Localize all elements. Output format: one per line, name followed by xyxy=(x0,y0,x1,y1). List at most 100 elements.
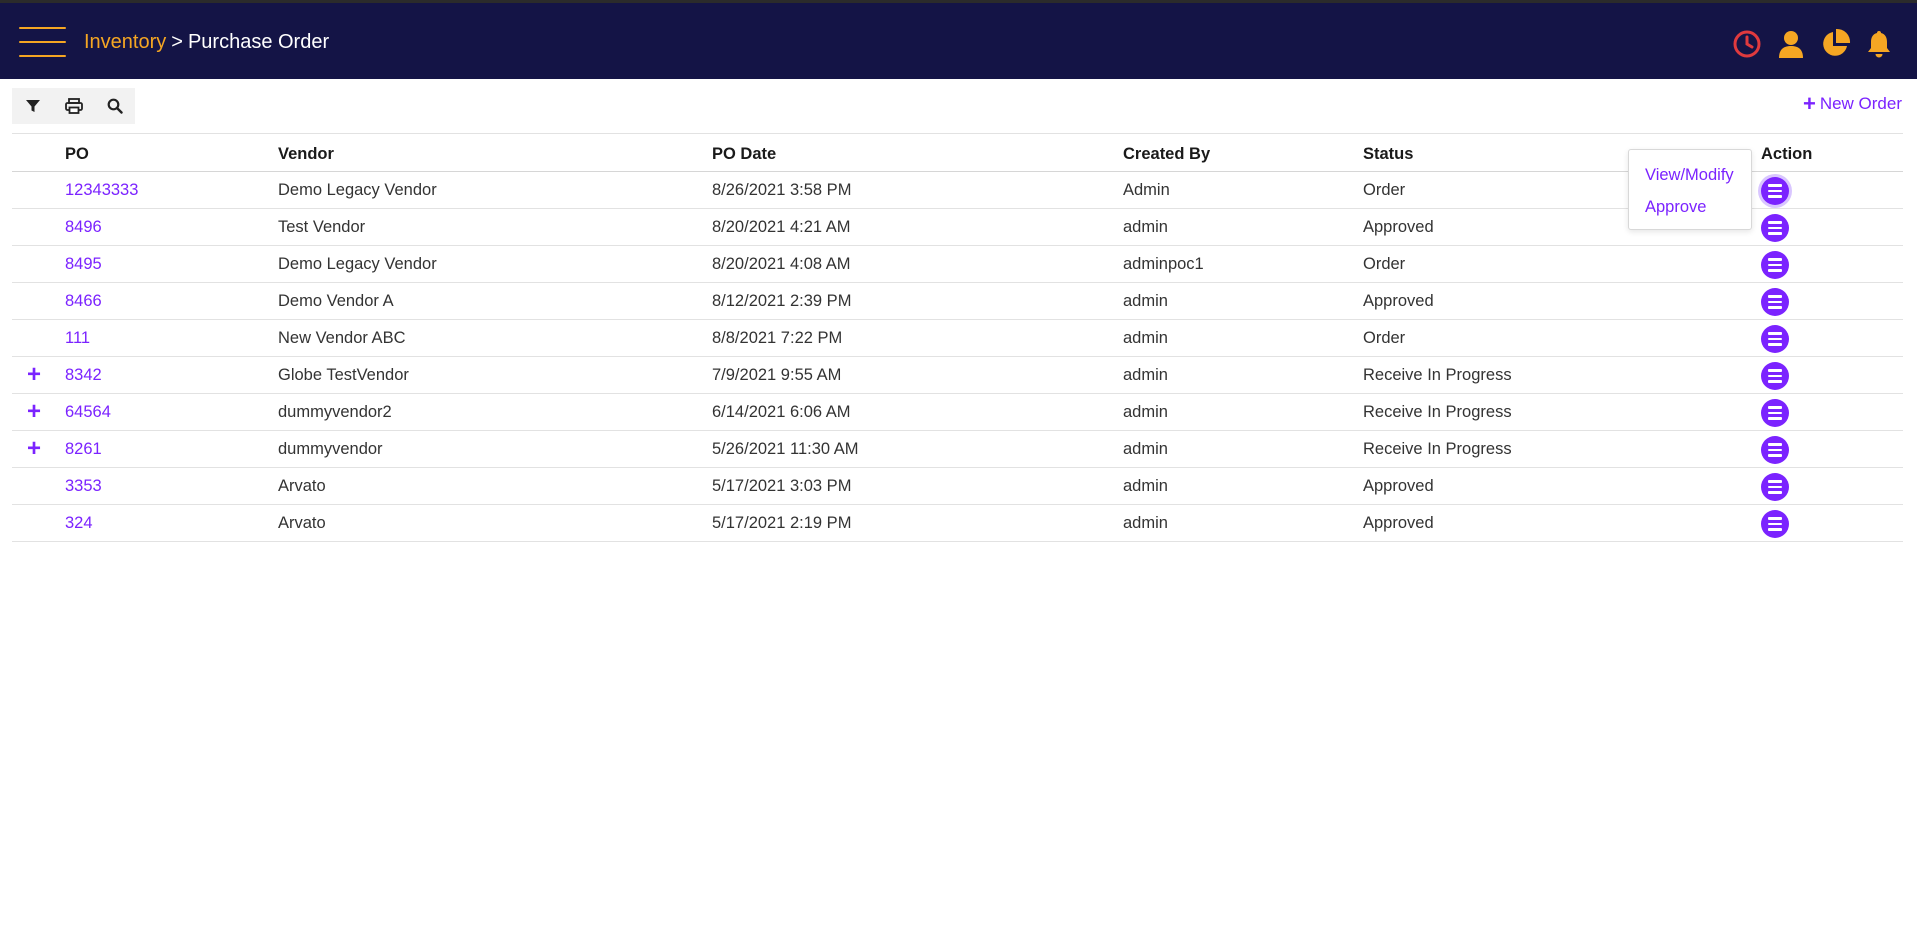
status-cell: Order xyxy=(1363,181,1406,199)
table-row: 8496 Test Vendor 8/20/2021 4:21 AM admin App… xyxy=(12,209,1903,246)
vendor-cell: Arvato xyxy=(278,514,326,532)
column-header-status[interactable]: Status xyxy=(1363,134,1413,174)
breadcrumb-separator: > xyxy=(171,31,183,53)
vendor-cell: Demo Legacy Vendor xyxy=(278,255,437,273)
column-header-action: Action xyxy=(1761,145,1813,163)
po-date-cell: 5/17/2021 2:19 PM xyxy=(712,514,852,532)
app-header: Inventory > Purchase Order xyxy=(0,3,1917,79)
expand-toggle[interactable]: + xyxy=(24,357,44,393)
table-row: +64564 dummyvendor2 6/14/2021 6:06 AM admin… xyxy=(12,394,1903,431)
status-cell: Approved xyxy=(1363,292,1434,310)
new-order-button[interactable]: + New Order xyxy=(1802,91,1902,116)
created-by-cell: admin xyxy=(1123,440,1168,458)
created-by-cell: admin xyxy=(1123,403,1168,421)
action-menu-button[interactable] xyxy=(1761,362,1789,390)
created-by-cell: admin xyxy=(1123,514,1168,532)
menu-item-approve[interactable]: Approve xyxy=(1629,191,1751,223)
table-row: 8466 Demo Vendor A 8/12/2021 2:39 PM admin A… xyxy=(12,283,1903,320)
new-order-label: New Order xyxy=(1819,94,1902,113)
column-header-vendor[interactable]: Vendor xyxy=(278,134,334,174)
created-by-cell: Admin xyxy=(1123,181,1170,199)
po-number-link[interactable]: 8261 xyxy=(65,431,102,467)
search-button[interactable] xyxy=(94,88,135,124)
user-icon[interactable] xyxy=(1775,28,1807,60)
hamburger-menu-icon[interactable] xyxy=(19,25,66,59)
action-menu-button[interactable] xyxy=(1761,510,1789,538)
status-cell: Approved xyxy=(1363,514,1434,532)
menu-item-view-modify[interactable]: View/Modify xyxy=(1629,159,1751,191)
po-date-cell: 8/8/2021 7:22 PM xyxy=(712,329,843,347)
po-date-cell: 8/20/2021 4:21 AM xyxy=(712,218,851,236)
created-by-cell: adminpoc1 xyxy=(1123,255,1204,273)
po-number-link[interactable]: 8495 xyxy=(65,246,102,282)
po-number-link[interactable]: 111 xyxy=(65,320,90,356)
action-menu-button[interactable] xyxy=(1761,214,1789,242)
po-number-link[interactable]: 8342 xyxy=(65,357,102,393)
purchase-order-table: PO Vendor PO Date Created By Status Acti… xyxy=(12,133,1903,542)
created-by-cell: admin xyxy=(1123,477,1168,495)
filter-icon xyxy=(25,100,40,112)
breadcrumb-inventory-link[interactable]: Inventory xyxy=(84,31,166,53)
po-date-cell: 8/12/2021 2:39 PM xyxy=(712,292,852,310)
search-icon xyxy=(107,98,123,114)
action-menu-button[interactable] xyxy=(1761,325,1789,353)
action-menu-button[interactable] xyxy=(1761,399,1789,427)
table-row: 12343333 Demo Legacy Vendor 8/26/2021 3:58… xyxy=(12,172,1903,209)
table-row: 324 Arvato 5/17/2021 2:19 PM admin Approved xyxy=(12,505,1903,542)
status-cell: Order xyxy=(1363,329,1406,347)
action-menu-button[interactable] xyxy=(1761,288,1789,316)
vendor-cell: New Vendor ABC xyxy=(278,329,406,347)
po-date-cell: 8/20/2021 4:08 AM xyxy=(712,255,851,273)
action-menu-button[interactable] xyxy=(1761,473,1789,501)
vendor-cell: Globe TestVendor xyxy=(278,366,409,384)
action-menu-button[interactable] xyxy=(1761,251,1789,279)
table-row: 111 New Vendor ABC 8/8/2021 7:22 PM admin Or… xyxy=(12,320,1903,357)
bell-icon[interactable] xyxy=(1863,28,1895,60)
table-toolbar xyxy=(12,88,135,124)
filter-button[interactable] xyxy=(12,88,53,124)
po-date-cell: 8/26/2021 3:58 PM xyxy=(712,181,852,199)
po-number-link[interactable]: 8496 xyxy=(65,209,102,245)
expand-toggle[interactable]: + xyxy=(24,431,44,467)
status-cell: Order xyxy=(1363,255,1406,273)
vendor-cell: Arvato xyxy=(278,477,326,495)
breadcrumb: Inventory > Purchase Order xyxy=(84,29,329,55)
created-by-cell: admin xyxy=(1123,366,1168,384)
po-date-cell: 7/9/2021 9:55 AM xyxy=(712,366,842,384)
expand-toggle[interactable]: + xyxy=(24,394,44,430)
column-header-po-date[interactable]: PO Date xyxy=(712,134,776,174)
column-header-created-by[interactable]: Created By xyxy=(1123,134,1210,174)
table-row: 8495 Demo Legacy Vendor 8/20/2021 4:08 AM a… xyxy=(12,246,1903,283)
clock-icon[interactable] xyxy=(1731,28,1763,60)
po-date-cell: 5/17/2021 3:03 PM xyxy=(712,477,852,495)
print-button[interactable] xyxy=(53,88,94,124)
breadcrumb-current: Purchase Order xyxy=(187,31,330,53)
table-row: 3353 Arvato 5/17/2021 3:03 PM admin Approved xyxy=(12,468,1903,505)
status-cell: Receive In Progress xyxy=(1363,403,1512,421)
po-number-link[interactable]: 324 xyxy=(65,505,93,541)
vendor-cell: dummyvendor2 xyxy=(278,403,392,421)
header-icons xyxy=(1731,28,1895,60)
po-number-link[interactable]: 8466 xyxy=(65,283,102,319)
pie-chart-icon[interactable] xyxy=(1819,28,1851,60)
status-cell: Receive In Progress xyxy=(1363,366,1512,384)
vendor-cell: Demo Vendor A xyxy=(278,292,394,310)
po-date-cell: 5/26/2021 11:30 AM xyxy=(712,440,859,458)
action-dropdown-menu: View/Modify Approve xyxy=(1628,149,1752,230)
po-number-link[interactable]: 12343333 xyxy=(65,172,138,208)
po-number-link[interactable]: 64564 xyxy=(65,394,111,430)
action-menu-button[interactable] xyxy=(1761,177,1789,205)
status-cell: Approved xyxy=(1363,477,1434,495)
print-icon xyxy=(64,98,83,114)
table-header-row: PO Vendor PO Date Created By Status Acti… xyxy=(12,134,1903,172)
vendor-cell: Demo Legacy Vendor xyxy=(278,181,437,199)
po-number-link[interactable]: 3353 xyxy=(65,468,102,504)
table-row: +8342 Globe TestVendor 7/9/2021 9:55 AM adm… xyxy=(12,357,1903,394)
po-date-cell: 6/14/2021 6:06 AM xyxy=(712,403,851,421)
created-by-cell: admin xyxy=(1123,292,1168,310)
plus-icon: + xyxy=(1802,91,1816,116)
column-header-po[interactable]: PO xyxy=(65,134,89,174)
created-by-cell: admin xyxy=(1123,218,1168,236)
created-by-cell: admin xyxy=(1123,329,1168,347)
action-menu-button[interactable] xyxy=(1761,436,1789,464)
